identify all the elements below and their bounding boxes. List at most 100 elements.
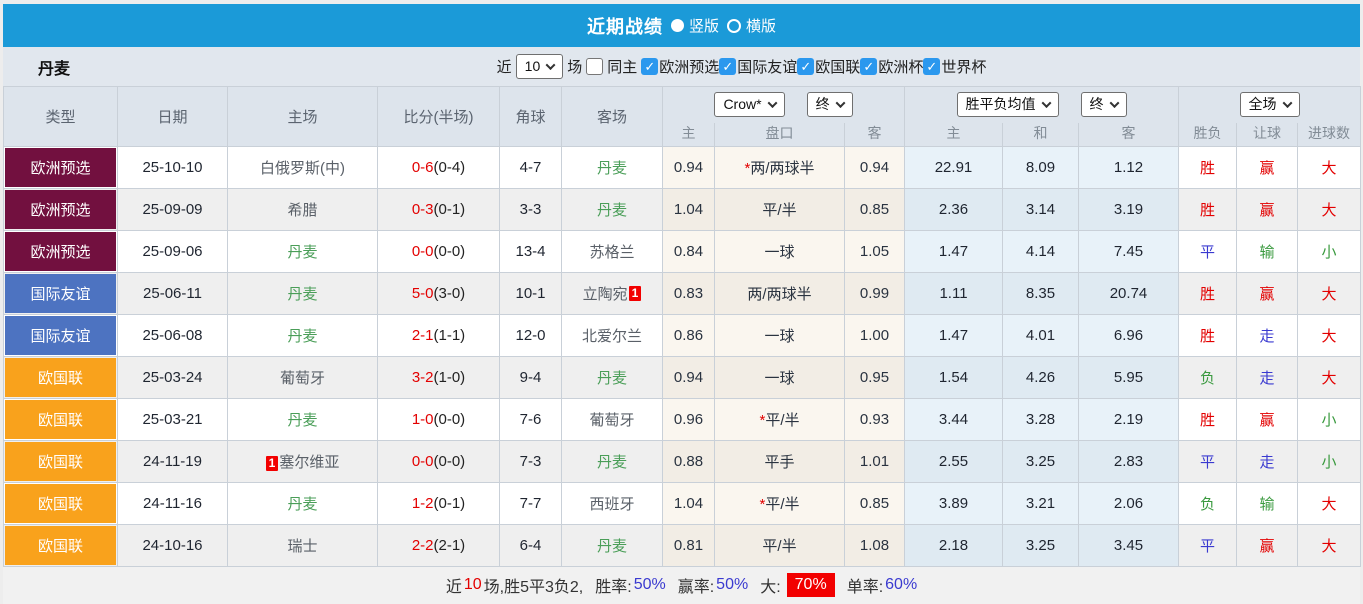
result-goals: 大 xyxy=(1298,272,1361,314)
page-title: 近期战绩 xyxy=(587,13,663,39)
away-team: 苏格兰 xyxy=(562,230,663,272)
competition-badge: 国际友谊 xyxy=(5,316,116,355)
checked-checkbox-icon[interactable]: ✓ xyxy=(719,58,736,75)
mean-home-odds: 1.11 xyxy=(905,272,1003,314)
handicap-away-odds: 1.05 xyxy=(845,230,905,272)
score-cell: 1-2(0-1) xyxy=(378,482,500,524)
fulltime-score: 0-0 xyxy=(412,243,434,260)
result-goals: 大 xyxy=(1298,314,1361,356)
checked-checkbox-icon[interactable]: ✓ xyxy=(923,58,940,75)
result-wdl: 平 xyxy=(1179,524,1237,566)
col-header-away: 客场 xyxy=(562,87,663,147)
table-row: 欧国联 25-03-24 葡萄牙 3-2(1-0) 9-4 丹麦 0.94 一球… xyxy=(4,356,1361,398)
home-team: 希腊 xyxy=(228,188,378,230)
win-rate-label: 胜率: xyxy=(595,573,631,597)
score-cell: 0-0(0-0) xyxy=(378,230,500,272)
competition-filter-label[interactable]: 欧洲预选 xyxy=(659,56,719,77)
competition-filter-label[interactable]: 国际友谊 xyxy=(737,56,797,77)
match-date: 24-10-16 xyxy=(118,524,228,566)
radio-selected-icon[interactable] xyxy=(671,19,684,32)
mean-away-odds: 20.74 xyxy=(1079,272,1179,314)
bookmaker-select[interactable]: Crow* xyxy=(714,92,784,117)
chevron-down-icon xyxy=(767,98,777,108)
handicap-time-select[interactable]: 终 xyxy=(807,92,853,117)
fulltime-score: 1-0 xyxy=(412,411,434,428)
competition-badge: 欧洲预选 xyxy=(5,190,116,229)
competition-filter[interactable]: ✓国际友谊 xyxy=(719,56,797,77)
competition-filter-label[interactable]: 世界杯 xyxy=(941,56,986,77)
handicap-away-odds: 0.95 xyxy=(845,356,905,398)
handicap-home-odds: 0.86 xyxy=(663,314,715,356)
competition-filter[interactable]: ✓欧国联 xyxy=(797,56,860,77)
home-team: 丹麦 xyxy=(228,314,378,356)
corner-count: 12-0 xyxy=(500,314,562,356)
competition-filter-label[interactable]: 欧国联 xyxy=(815,56,860,77)
scope-select[interactable]: 全场 xyxy=(1240,92,1300,117)
mean-away-odds: 5.95 xyxy=(1079,356,1179,398)
mean-draw-odds: 8.35 xyxy=(1003,272,1079,314)
halftime-score: (1-1) xyxy=(434,327,466,344)
halftime-score: (0-1) xyxy=(434,201,466,218)
handicap-home-odds: 0.83 xyxy=(663,272,715,314)
subcol-mean-draw: 和 xyxy=(1003,123,1079,147)
same-home-away-label[interactable]: 同主 xyxy=(607,56,637,77)
mean-type-select[interactable]: 胜平负均值 xyxy=(957,92,1059,117)
score-cell: 0-6(0-4) xyxy=(378,146,500,188)
corner-count: 13-4 xyxy=(500,230,562,272)
mean-home-odds: 22.91 xyxy=(905,146,1003,188)
score-cell: 2-1(1-1) xyxy=(378,314,500,356)
handicap-home-odds: 0.96 xyxy=(663,398,715,440)
mean-draw-odds: 3.28 xyxy=(1003,398,1079,440)
red-card-badge: 1 xyxy=(266,456,279,471)
mean-draw-odds: 3.21 xyxy=(1003,482,1079,524)
halftime-score: (0-4) xyxy=(434,159,466,176)
filter-bar: 丹麦 近 10 场 同主 ✓欧洲预选✓国际友谊✓欧国联✓欧洲杯✓世界杯 xyxy=(3,47,1360,86)
handicap-line: *平/半 xyxy=(715,398,845,440)
subcol-result-wdl: 胜负 xyxy=(1179,123,1237,147)
match-date: 25-09-09 xyxy=(118,188,228,230)
mean-draw-odds: 4.26 xyxy=(1003,356,1079,398)
competition-badge: 国际友谊 xyxy=(5,274,116,313)
halftime-score: (0-0) xyxy=(434,411,466,428)
away-team: 北爱尔兰 xyxy=(562,314,663,356)
handicap-home-odds: 0.88 xyxy=(663,440,715,482)
big-rate-value: 70% xyxy=(787,573,835,597)
match-date: 25-06-11 xyxy=(118,272,228,314)
result-wdl: 胜 xyxy=(1179,272,1237,314)
match-date: 25-06-08 xyxy=(118,314,228,356)
mean-away-odds: 2.06 xyxy=(1079,482,1179,524)
mean-draw-odds: 3.25 xyxy=(1003,524,1079,566)
competition-filter-label[interactable]: 欧洲杯 xyxy=(878,56,923,77)
radio-unselected-icon[interactable] xyxy=(727,19,741,33)
layout-option-vertical[interactable]: 竖版 xyxy=(671,15,719,36)
competition-badge: 欧国联 xyxy=(5,400,116,439)
match-date: 24-11-16 xyxy=(118,482,228,524)
match-count-select[interactable]: 10 xyxy=(516,54,564,79)
same-home-away-checkbox[interactable] xyxy=(586,58,603,75)
mean-home-odds: 2.55 xyxy=(905,440,1003,482)
layout-option-horizontal[interactable]: 横版 xyxy=(727,15,776,36)
mean-draw-odds: 4.01 xyxy=(1003,314,1079,356)
checked-checkbox-icon[interactable]: ✓ xyxy=(860,58,877,75)
vertical-layout-label[interactable]: 竖版 xyxy=(689,15,719,36)
competition-filter[interactable]: ✓欧洲预选 xyxy=(641,56,719,77)
result-handicap: 输 xyxy=(1237,482,1298,524)
horizontal-layout-label[interactable]: 横版 xyxy=(746,15,776,36)
recent-results-panel: 近期战绩 竖版 横版 丹麦 近 10 场 同主 ✓欧洲预选✓国际友谊✓欧国联✓欧… xyxy=(3,4,1360,604)
result-wdl: 负 xyxy=(1179,482,1237,524)
table-row: 欧洲预选 25-09-06 丹麦 0-0(0-0) 13-4 苏格兰 0.84 … xyxy=(4,230,1361,272)
result-goals: 小 xyxy=(1298,398,1361,440)
result-wdl: 胜 xyxy=(1179,398,1237,440)
checked-checkbox-icon[interactable]: ✓ xyxy=(797,58,814,75)
result-handicap: 走 xyxy=(1237,440,1298,482)
mean-time-select[interactable]: 终 xyxy=(1081,92,1127,117)
mean-home-odds: 2.36 xyxy=(905,188,1003,230)
checked-checkbox-icon[interactable]: ✓ xyxy=(641,58,658,75)
competition-filter[interactable]: ✓欧洲杯 xyxy=(860,56,923,77)
fulltime-score: 0-3 xyxy=(412,201,434,218)
mean-home-odds: 3.44 xyxy=(905,398,1003,440)
handicap-away-odds: 0.94 xyxy=(845,146,905,188)
corner-count: 6-4 xyxy=(500,524,562,566)
competition-filter[interactable]: ✓世界杯 xyxy=(923,56,986,77)
handicap-away-odds: 1.01 xyxy=(845,440,905,482)
